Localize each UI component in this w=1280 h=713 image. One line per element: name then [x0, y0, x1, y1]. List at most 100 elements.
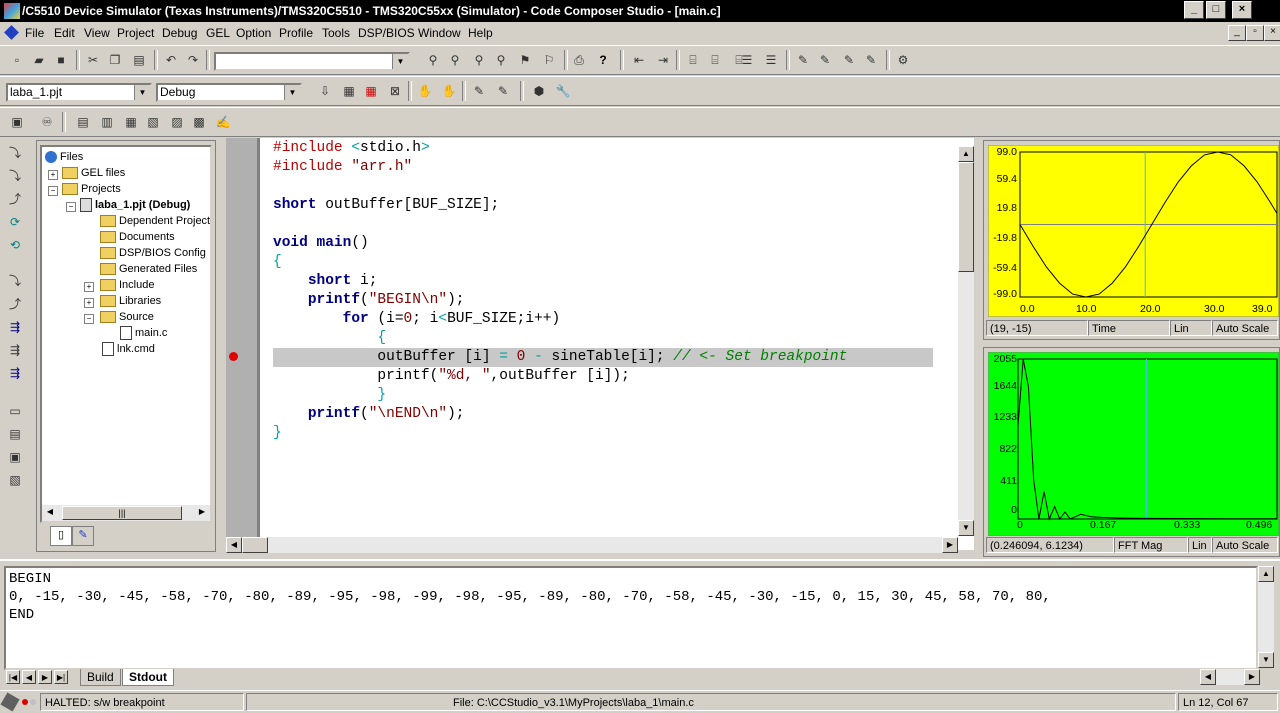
save-icon[interactable]: ■: [52, 51, 70, 69]
tab-next-icon[interactable]: ▶: [38, 670, 52, 684]
mixed-mode-icon[interactable]: ⌸: [684, 51, 702, 69]
probe-point-icon[interactable]: ✎: [470, 82, 488, 100]
outdent-icon[interactable]: ⇥: [654, 51, 672, 69]
mdi-close-button[interactable]: ×: [1264, 25, 1280, 41]
open-icon[interactable]: ▰: [30, 51, 48, 69]
graph-icon[interactable]: ▣: [8, 113, 26, 131]
output-vscrollbar[interactable]: ▲ ▼: [1258, 566, 1274, 668]
breakpoint-marker[interactable]: [229, 352, 238, 361]
chevron-down-icon[interactable]: ▼: [284, 85, 300, 100]
halt-icon[interactable]: ⇶: [6, 341, 24, 359]
asm-over-icon[interactable]: ⤴: [6, 295, 24, 313]
scroll-down-icon[interactable]: ▼: [958, 520, 974, 536]
menu-edit[interactable]: Edit: [54, 26, 75, 40]
mdi-minimize-button[interactable]: _: [1228, 25, 1246, 41]
tree-include[interactable]: Include: [100, 277, 154, 293]
menu-file[interactable]: File: [25, 26, 44, 40]
minimize-button[interactable]: _: [1184, 1, 1204, 19]
paste-icon[interactable]: ▤: [130, 51, 148, 69]
editor-hscroll-thumb[interactable]: [242, 537, 268, 553]
chevron-down-icon[interactable]: ▼: [392, 54, 408, 69]
close-button[interactable]: ×: [1232, 1, 1252, 19]
set-pc-icon[interactable]: ⟲: [6, 236, 24, 254]
pin-icon[interactable]: ✎: [794, 51, 812, 69]
bookmarks-tab[interactable]: ✎: [72, 526, 94, 546]
pin3-icon[interactable]: ✎: [840, 51, 858, 69]
undo-icon[interactable]: ↶: [162, 51, 180, 69]
watch-window-icon[interactable]: ▭: [6, 402, 24, 420]
scroll-left-icon[interactable]: ◀: [42, 505, 58, 521]
expand-icon[interactable]: +: [48, 170, 58, 180]
file-view-tab[interactable]: ▯: [50, 526, 72, 546]
disasm-icon[interactable]: ⌸: [706, 51, 724, 69]
config-combo[interactable]: Debug ▼: [156, 83, 302, 102]
menu-option[interactable]: Option: [236, 26, 271, 40]
tree-gel-files[interactable]: GEL files: [62, 165, 125, 181]
tab-last-icon[interactable]: ▶|: [54, 670, 68, 684]
bookmark-next-icon[interactable]: ⚐: [540, 51, 558, 69]
scroll-right-icon[interactable]: ▶: [1244, 669, 1260, 685]
tree-documents[interactable]: Documents: [100, 229, 175, 245]
menu-view[interactable]: View: [84, 26, 110, 40]
wrench-icon[interactable]: 🔧: [554, 82, 572, 100]
memory-window-icon[interactable]: ▤: [6, 425, 24, 443]
output-hscrollbar[interactable]: ◀ ▶: [1200, 669, 1260, 685]
scroll-up-icon[interactable]: ▲: [958, 146, 974, 162]
disassembly-icon[interactable]: ▦: [122, 113, 140, 131]
tree-libraries[interactable]: Libraries: [100, 293, 161, 309]
editor-vscroll-thumb[interactable]: [958, 162, 974, 272]
print-icon[interactable]: ⎙: [570, 51, 588, 69]
remove-probe-icon[interactable]: ✎: [494, 82, 512, 100]
tree-dspbios-config[interactable]: DSP/BIOS Config: [100, 245, 206, 261]
watch-glasses-icon[interactable]: ♾: [38, 113, 56, 131]
probe-icon[interactable]: ✎: [862, 51, 880, 69]
scroll-down-icon[interactable]: ▼: [1258, 652, 1274, 668]
tree-dependent-project[interactable]: Dependent Project: [100, 213, 210, 229]
tree-source[interactable]: Source: [100, 309, 154, 325]
scroll-left-icon[interactable]: ◀: [1200, 669, 1216, 685]
project-combo[interactable]: laba_1.pjt ▼: [6, 83, 152, 102]
expand-icon[interactable]: +: [84, 282, 94, 292]
collapse-icon[interactable]: −: [84, 314, 94, 324]
tree-hscroll-thumb[interactable]: |||: [62, 506, 182, 520]
animate-icon[interactable]: ⇶: [6, 364, 24, 382]
copy-icon[interactable]: ❐: [106, 51, 124, 69]
find-next-icon[interactable]: ⚲: [446, 51, 464, 69]
find-icon[interactable]: ⚲: [424, 51, 442, 69]
tab-first-icon[interactable]: |◀: [6, 670, 20, 684]
cut-icon[interactable]: ✂: [84, 51, 102, 69]
registers-icon[interactable]: ▥: [98, 113, 116, 131]
profile-icon[interactable]: ⬢: [530, 82, 548, 100]
tree-projects[interactable]: Projects: [62, 181, 121, 197]
menu-profile[interactable]: Profile: [279, 26, 313, 40]
scroll-left-icon[interactable]: ◀: [226, 537, 242, 553]
menu-project[interactable]: Project: [117, 26, 154, 40]
tab-build[interactable]: Build: [80, 669, 121, 686]
expand-icon[interactable]: +: [84, 298, 94, 308]
mdi-doc-icon[interactable]: [4, 25, 19, 40]
tree-generated-files[interactable]: Generated Files: [100, 261, 197, 277]
collapse-icon[interactable]: −: [66, 202, 76, 212]
pin2-icon[interactable]: ✎: [816, 51, 834, 69]
build-icon[interactable]: ▦: [340, 82, 358, 100]
tab-prev-icon[interactable]: ◀: [22, 670, 36, 684]
tree-project-file[interactable]: laba_1.pjt (Debug): [80, 197, 190, 213]
run-icon[interactable]: ⇶: [6, 318, 24, 336]
stop-build-icon[interactable]: ⊠: [386, 82, 404, 100]
list-icon[interactable]: ☰: [738, 51, 756, 69]
menu-debug[interactable]: Debug: [162, 26, 197, 40]
stdout-output[interactable]: BEGIN 0, -15, -30, -45, -58, -70, -80, -…: [4, 566, 1258, 670]
step-into-icon[interactable]: ⤵: [6, 144, 24, 162]
help-icon[interactable]: ?: [594, 51, 612, 69]
step-out-icon[interactable]: ⤴: [6, 190, 24, 208]
fft-graph-plot[interactable]: [988, 352, 1279, 536]
tree-root[interactable]: Files: [45, 149, 83, 165]
search-combo[interactable]: ▼: [214, 52, 410, 71]
quick-watch-icon[interactable]: ▧: [6, 471, 24, 489]
scroll-right-icon[interactable]: ▶: [194, 505, 210, 521]
watch-icon[interactable]: ⚙: [894, 51, 912, 69]
find-files-icon[interactable]: ⚲: [492, 51, 510, 69]
indent-icon[interactable]: ⇤: [630, 51, 648, 69]
menu-help[interactable]: Help: [468, 26, 493, 40]
breakpoint-icon[interactable]: ✋: [440, 82, 458, 100]
